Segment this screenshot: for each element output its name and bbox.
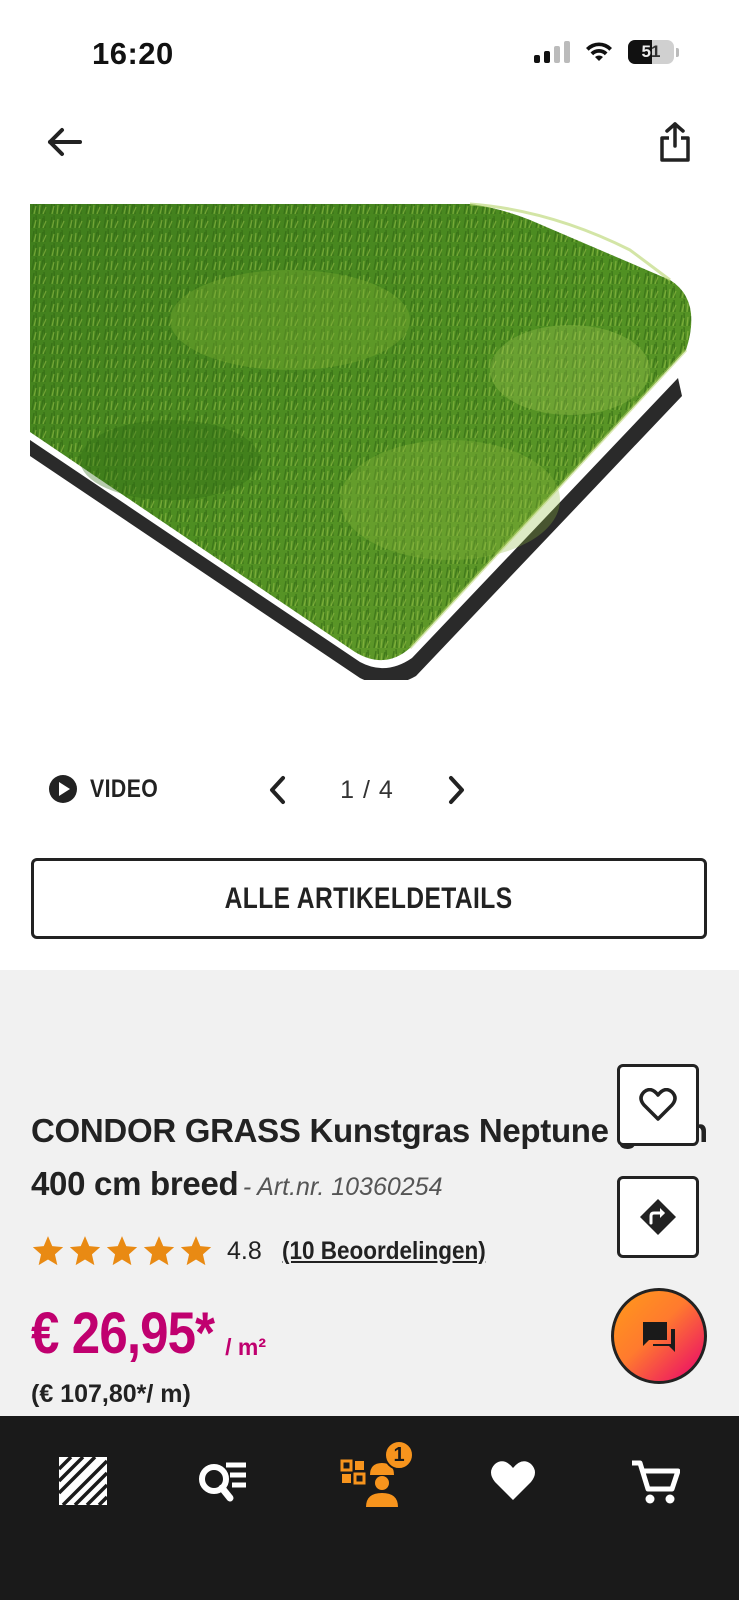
rating-row: 4.8 (10 Beoordelingen)	[31, 1234, 508, 1268]
favorites-tab[interactable]	[478, 1446, 548, 1516]
battery-tip	[676, 47, 679, 57]
star-icon	[180, 1236, 212, 1266]
article-number: - Art.nr. 10360254	[242, 1173, 443, 1201]
wifi-icon	[586, 42, 612, 61]
price-unit: / m²	[225, 1334, 266, 1360]
chat-icon	[643, 1322, 675, 1352]
all-details-button[interactable]: ALLE ARTIKELDETAILS	[31, 858, 707, 939]
product-info-section: CONDOR GRASS Kunstgras Neptune groen 400…	[0, 970, 739, 1416]
chat-button[interactable]	[611, 1288, 707, 1384]
arrow-left-icon	[48, 128, 82, 156]
share-icon	[660, 122, 690, 162]
cart-icon	[632, 1460, 680, 1504]
store-badge: 1	[384, 1440, 414, 1470]
prev-image-button[interactable]	[262, 774, 294, 806]
play-circle-icon	[49, 775, 77, 803]
star-icon	[69, 1236, 101, 1266]
product-image[interactable]	[30, 200, 710, 685]
directions-button[interactable]	[617, 1176, 699, 1258]
star-icon	[32, 1236, 64, 1266]
product-title-block: CONDOR GRASS Kunstgras Neptune groen 400…	[31, 1108, 711, 1214]
price: € 26,95*	[31, 1301, 215, 1366]
price-per-meter: (€ 107,80*/ m)	[31, 1380, 191, 1408]
search-tab[interactable]	[188, 1446, 258, 1516]
status-time: 16:20	[92, 36, 174, 71]
home-tab[interactable]	[48, 1446, 118, 1516]
video-label: VIDEO	[90, 774, 159, 803]
cellular-signal-icon	[534, 41, 570, 63]
top-nav	[0, 112, 739, 172]
store-tab[interactable]: 1	[336, 1440, 414, 1516]
video-button[interactable]: VIDEO	[48, 774, 170, 804]
all-details-label: ALLE ARTIKELDETAILS	[225, 881, 513, 915]
gallery-controls: VIDEO 1 / 4	[0, 760, 739, 820]
back-button[interactable]	[40, 118, 88, 166]
image-pager: 1 / 4	[262, 774, 472, 806]
heart-icon	[491, 1461, 535, 1500]
chevron-right-icon	[449, 776, 464, 804]
cart-tab[interactable]	[620, 1446, 690, 1516]
chevron-left-icon	[270, 776, 285, 804]
bottom-tab-bar: 1	[0, 1416, 739, 1600]
star-icon	[143, 1236, 175, 1266]
heart-outline-icon	[639, 1088, 677, 1121]
status-icons: 51	[534, 40, 679, 64]
image-counter: 1 / 4	[340, 775, 394, 804]
battery-icon: 51	[628, 40, 674, 64]
star-icon	[106, 1236, 138, 1266]
status-bar: 16:20 51	[0, 0, 739, 100]
search-list-icon	[199, 1462, 246, 1502]
next-image-button[interactable]	[440, 774, 472, 806]
rating-stars	[31, 1234, 213, 1268]
directions-icon	[640, 1199, 676, 1235]
share-button[interactable]	[651, 118, 699, 166]
price-row: € 26,95* / m²	[31, 1300, 266, 1367]
rating-value: 4.8	[227, 1236, 262, 1265]
battery-level: 51	[641, 42, 661, 61]
favorite-button[interactable]	[617, 1064, 699, 1146]
logo-stripes-icon	[59, 1457, 107, 1505]
reviews-link[interactable]: (10 Beoordelingen)	[282, 1237, 486, 1266]
